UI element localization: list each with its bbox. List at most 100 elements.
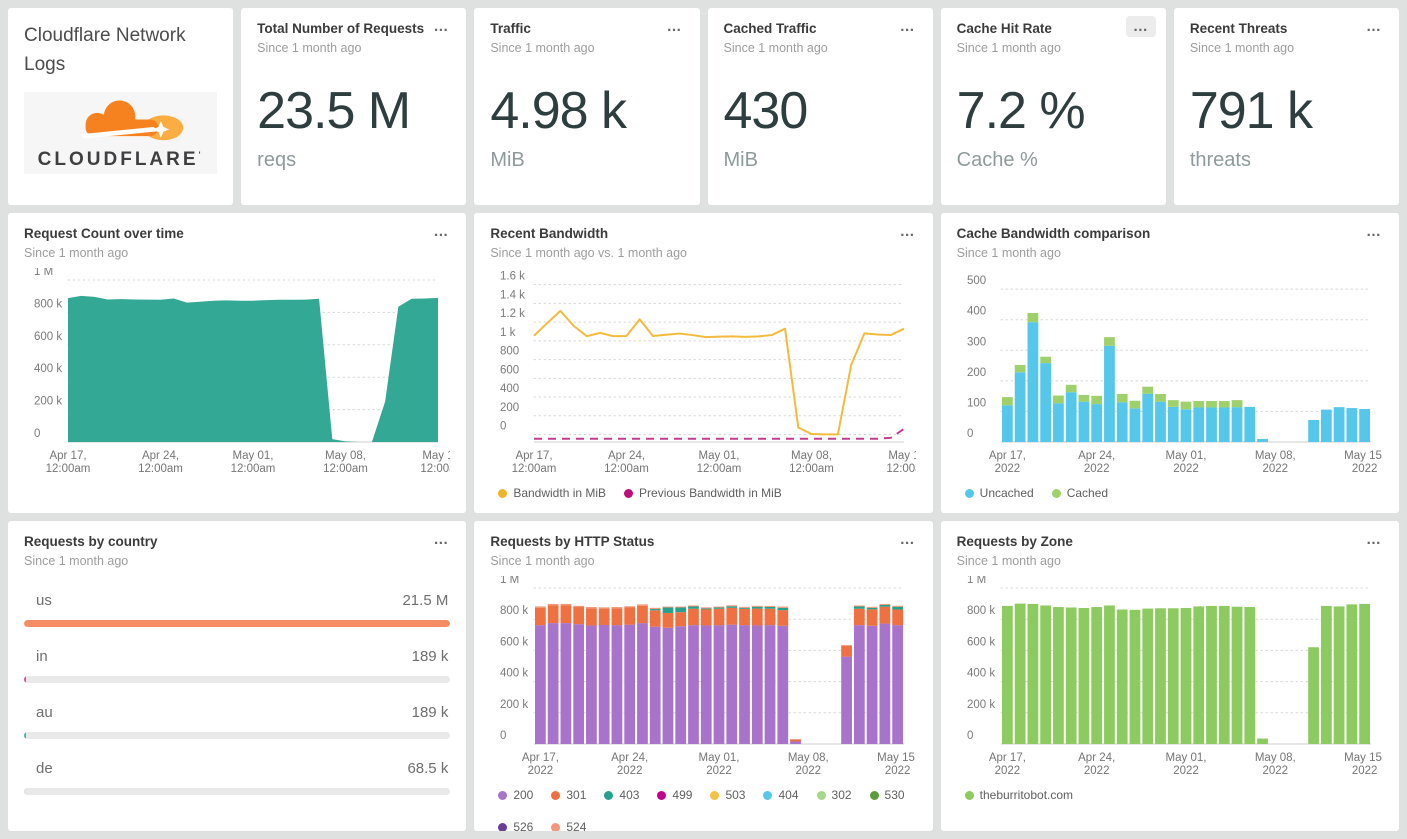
country-value: 189 k (411, 704, 449, 722)
svg-text:0: 0 (34, 428, 40, 440)
card-menu-button[interactable]: … (426, 529, 456, 550)
card-subtitle: Since 1 month ago (723, 41, 828, 56)
svg-text:May 08,2022: May 08, 2022 (1255, 450, 1296, 475)
legend-label: 403 (619, 788, 640, 803)
legend-item[interactable]: 404 (763, 788, 799, 802)
svg-text:Apr 24,12:00am: Apr 24, 12:00am (604, 450, 649, 475)
legend-item[interactable]: 301 (551, 788, 586, 802)
legend-item[interactable]: 526 (498, 820, 533, 831)
svg-text:Apr 17,12:00am: Apr 17, 12:00am (46, 450, 91, 475)
card-menu-button[interactable]: … (1359, 529, 1389, 550)
svg-text:Apr 17,12:00am: Apr 17, 12:00am (512, 450, 557, 475)
chart-title: Requests by Zone (956, 534, 1073, 549)
legend-label: Previous Bandwidth in MiB (639, 486, 782, 501)
country-label: au (36, 704, 53, 722)
country-row: de 68.5 k (24, 760, 451, 796)
card-menu-button[interactable]: … (426, 221, 456, 242)
legend-item[interactable]: 503 (710, 788, 745, 802)
card-subtitle: Since 1 month ago (956, 41, 1061, 56)
legend-label: 503 (725, 788, 746, 803)
legend-item[interactable]: 499 (657, 788, 692, 802)
stat-card-total-requests: … Total Number of Requests Since 1 month… (241, 8, 467, 205)
legend-dot-icon (657, 790, 667, 800)
card-menu-button[interactable]: … (1359, 221, 1389, 242)
card-menu-button[interactable]: … (893, 16, 923, 37)
svg-text:May 01,12:00am: May 01, 12:00am (697, 450, 742, 475)
legend-item[interactable]: Uncached (964, 486, 1034, 500)
card-menu-button[interactable]: … (1359, 16, 1389, 37)
svg-text:800 k: 800 k (34, 299, 62, 311)
cloudflare-logo: CLOUDFLARE' (24, 91, 218, 174)
legend-item[interactable]: Cached (1051, 486, 1108, 500)
svg-text:200 k: 200 k (967, 699, 995, 711)
legend-dot-icon (604, 790, 614, 800)
svg-text:0: 0 (967, 730, 973, 742)
legend-dot-icon (624, 488, 634, 498)
legend-label: 302 (831, 788, 852, 803)
country-label: de (36, 760, 53, 778)
legend-item[interactable]: Bandwidth in MiB (498, 486, 606, 500)
svg-text:1.6 k: 1.6 k (500, 271, 525, 283)
svg-text:800 k: 800 k (967, 605, 995, 617)
chart-canvas: 1.6 k 1.4 k 1.2 k 1 k 800 600 400 200 0 Apr 17, 12… (500, 271, 922, 475)
dashboard: Cloudflare Network Logs CLOUDFLARE' … To… (0, 0, 1407, 839)
country-bar-fill (24, 676, 26, 684)
cache-bandwidth-chart: 500 400 300 200 100 0 Apr 17, 2022 Apr 24, 2022 Ma… (957, 268, 1385, 480)
chart-card-http-status: … Requests by HTTP Status Since 1 month … (474, 521, 933, 831)
chart-card-cache-bandwidth: … Cache Bandwidth comparison Since 1 mon… (940, 213, 1399, 513)
svg-text:400 k: 400 k (500, 668, 528, 680)
svg-text:1 k: 1 k (500, 327, 516, 339)
header-card: Cloudflare Network Logs CLOUDFLARE' (8, 8, 234, 205)
svg-text:May 112:00a: May 112:00a (887, 450, 917, 475)
svg-text:800 k: 800 k (500, 605, 528, 617)
legend-item[interactable]: 302 (816, 788, 852, 803)
svg-text:May 01,2022: May 01, 2022 (1165, 752, 1206, 777)
stat-unit: Cache % (956, 149, 1038, 172)
stat-value: 23.5 M (257, 82, 411, 141)
svg-text:1 M: 1 M (500, 576, 519, 586)
chart-card-recent-bandwidth: … Recent Bandwidth Since 1 month ago vs.… (474, 213, 933, 513)
svg-text:Apr 24,2022: Apr 24, 2022 (1078, 450, 1115, 475)
chart-subtitle: Since 1 month ago (24, 246, 129, 261)
legend-item[interactable]: theburritobot.com (964, 788, 1073, 802)
legend-dot-icon (869, 790, 879, 800)
card-title: Cached Traffic (723, 21, 817, 36)
svg-text:1 M: 1 M (34, 268, 53, 278)
card-menu-button[interactable]: … (1125, 16, 1156, 37)
svg-text:Apr 17,2022: Apr 17, 2022 (522, 752, 559, 777)
card-menu-button[interactable]: … (426, 16, 456, 37)
cloudflare-cloud-icon (78, 100, 184, 141)
request-count-chart: 1 M 800 k 600 k 400 k 200 k 0 Apr 17, 12:00am Ap… (24, 266, 456, 480)
svg-text:200: 200 (967, 367, 986, 379)
legend-item[interactable]: Previous Bandwidth in MiB (624, 486, 782, 500)
card-menu-button[interactable]: … (893, 529, 923, 550)
country-value: 21.5 M (402, 592, 449, 610)
legend-item[interactable]: 524 (551, 820, 586, 831)
svg-text:300: 300 (967, 336, 986, 348)
legend-dot-icon (710, 790, 720, 800)
svg-text:May 01,2022: May 01, 2022 (1165, 450, 1206, 475)
legend-label: Bandwidth in MiB (513, 486, 607, 501)
stat-value: 4.98 k (490, 82, 627, 141)
card-menu-button[interactable]: … (660, 16, 690, 37)
bottom-chart-row: … Requests by country Since 1 month ago … (8, 521, 1399, 831)
legend-item[interactable]: 200 (498, 788, 533, 802)
chart-card-requests-by-zone: … Requests by Zone Since 1 month ago 1 M… (940, 521, 1399, 831)
svg-text:May 01,2022: May 01, 2022 (699, 752, 740, 777)
legend-item[interactable]: 403 (604, 788, 639, 802)
legend-item[interactable]: 530 (869, 788, 905, 802)
stat-value: 7.2 % (956, 82, 1086, 141)
country-bar-fill (24, 620, 451, 628)
chart-subtitle: Since 1 month ago (956, 246, 1061, 261)
stat-unit: MiB (723, 149, 758, 172)
svg-text:May 15,2022: May 15, 2022 (1344, 752, 1383, 777)
legend-dot-icon (964, 790, 974, 800)
recent-bandwidth-chart: 1.6 k 1.4 k 1.2 k 1 k 800 600 400 200 0 Apr 17, 12… (490, 268, 922, 480)
requests-by-zone-chart: 1 M 800 k 600 k 400 k 200 k 0 Apr 17, 2022 Apr 2… (957, 574, 1385, 782)
card-menu-button[interactable]: … (893, 221, 923, 242)
svg-text:Apr 17,2022: Apr 17, 2022 (988, 450, 1025, 475)
svg-text:200 k: 200 k (34, 396, 62, 408)
svg-text:600 k: 600 k (500, 637, 528, 649)
legend-label: 524 (566, 820, 587, 831)
svg-text:1 M: 1 M (967, 576, 986, 586)
